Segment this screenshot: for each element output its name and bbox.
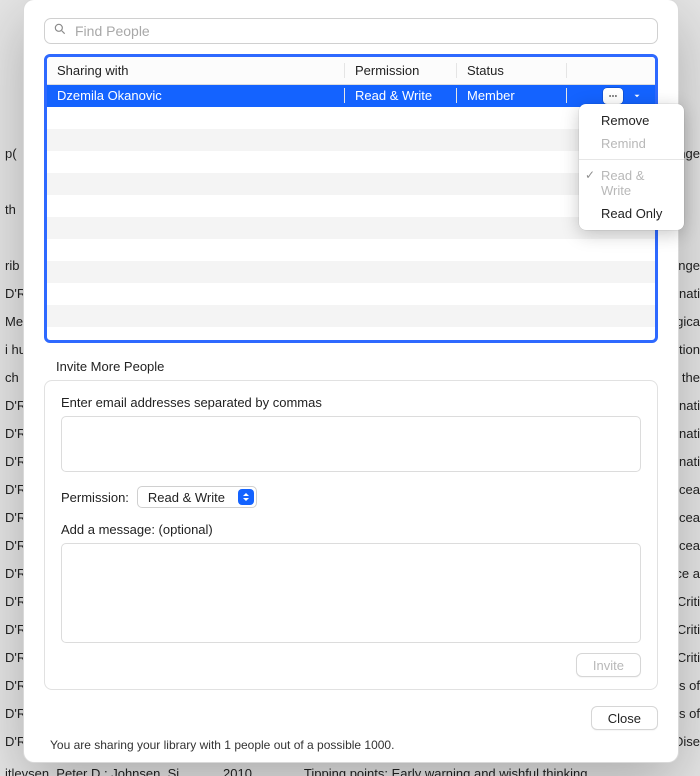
cell-name: Dzemila Okanovic bbox=[47, 88, 345, 103]
table-header: Sharing with Permission Status bbox=[47, 57, 655, 85]
row-dropdown-button[interactable] bbox=[627, 88, 647, 104]
col-header-permission[interactable]: Permission bbox=[345, 63, 457, 78]
table-row bbox=[47, 151, 655, 173]
table-row bbox=[47, 305, 655, 327]
search-icon bbox=[53, 22, 73, 39]
table-row bbox=[47, 129, 655, 151]
invite-section-label: Invite More People bbox=[56, 359, 658, 374]
permission-label: Permission: bbox=[61, 490, 129, 505]
table-row bbox=[47, 283, 655, 305]
bg-year-cell: 2010 bbox=[223, 760, 252, 776]
email-input[interactable] bbox=[61, 416, 641, 472]
row-context-menu: Remove Remind Read & Write Read Only bbox=[579, 104, 684, 230]
menu-read-write[interactable]: Read & Write bbox=[579, 164, 684, 202]
table-row bbox=[47, 217, 655, 239]
close-button[interactable]: Close bbox=[591, 706, 658, 730]
table-row[interactable]: Dzemila OkanovicRead & WriteMember bbox=[47, 85, 655, 107]
cell-status: Member bbox=[457, 88, 567, 103]
invite-panel: Enter email addresses separated by comma… bbox=[44, 380, 658, 690]
table-row bbox=[47, 107, 655, 129]
table-row bbox=[47, 173, 655, 195]
select-stepper-icon bbox=[238, 489, 254, 505]
search-field[interactable] bbox=[44, 18, 658, 44]
table-row bbox=[47, 261, 655, 283]
table-row bbox=[47, 195, 655, 217]
col-header-status[interactable]: Status bbox=[457, 63, 567, 78]
message-label: Add a message: (optional) bbox=[61, 522, 641, 537]
col-header-name[interactable]: Sharing with bbox=[47, 63, 345, 78]
menu-remove[interactable]: Remove bbox=[579, 109, 684, 132]
menu-separator bbox=[579, 159, 684, 160]
permission-select-value: Read & Write bbox=[148, 490, 225, 505]
bg-author-cell: itlevsen, Peter D.; Johnsen, Si... bbox=[5, 760, 195, 776]
sharing-table: Sharing with Permission Status Dzemila O… bbox=[44, 54, 658, 343]
message-input[interactable] bbox=[61, 543, 641, 643]
search-input[interactable] bbox=[73, 22, 649, 40]
cell-permission: Read & Write bbox=[345, 88, 457, 103]
table-body: Dzemila OkanovicRead & WriteMember bbox=[47, 85, 655, 327]
menu-remind: Remind bbox=[579, 132, 684, 155]
permission-select[interactable]: Read & Write bbox=[137, 486, 257, 508]
table-row bbox=[47, 239, 655, 261]
row-more-button[interactable] bbox=[603, 88, 623, 104]
menu-read-only[interactable]: Read Only bbox=[579, 202, 684, 225]
email-label: Enter email addresses separated by comma… bbox=[61, 395, 641, 410]
status-line: You are sharing your library with 1 peop… bbox=[50, 738, 658, 752]
bg-title-cell: Tipping points: Early warning and wishfu… bbox=[304, 760, 588, 776]
invite-button[interactable]: Invite bbox=[576, 653, 641, 677]
